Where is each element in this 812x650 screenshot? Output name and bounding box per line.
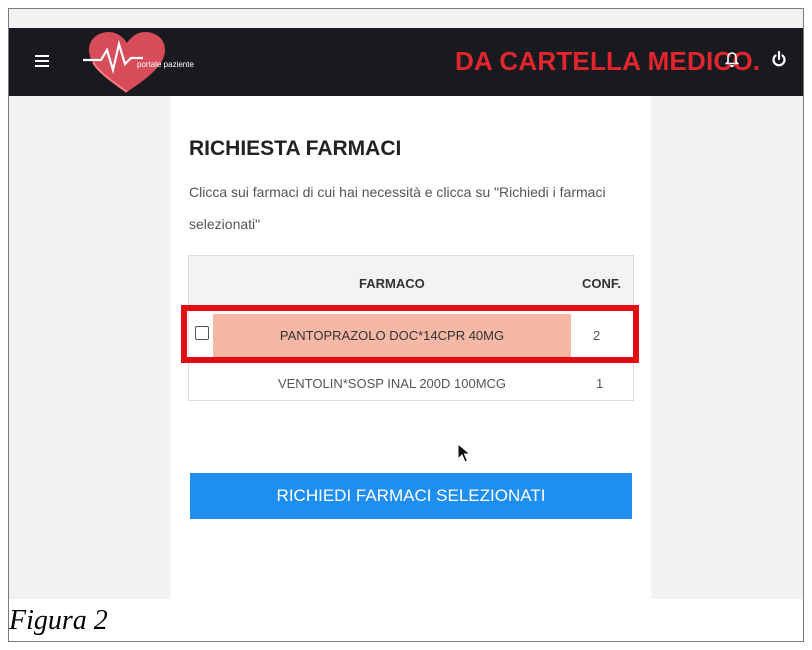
portale-paziente-logo[interactable]: portale paziente — [83, 30, 203, 94]
column-header-conf: CONF. — [582, 276, 621, 291]
medicine-conf: 1 — [596, 376, 604, 391]
medicine-conf: 2 — [593, 328, 601, 343]
instructions-text: Clicca sui farmaci di cui hai necessità … — [189, 184, 606, 232]
figure-frame: portale paziente DA CARTELLA MEDICO. RIC… — [8, 8, 804, 642]
hamburger-icon[interactable] — [35, 52, 49, 72]
mouse-cursor-icon — [457, 442, 472, 463]
top-navbar: portale paziente DA CARTELLA MEDICO. — [9, 28, 803, 96]
logo-text: portale paziente — [137, 60, 194, 69]
app-screenshot: portale paziente DA CARTELLA MEDICO. RIC… — [9, 9, 803, 599]
medicine-name[interactable]: VENTOLIN*SOSP INAL 200D 100MCG — [213, 376, 571, 391]
request-selected-button[interactable]: RICHIEDI FARMACI SELEZIONATI — [190, 473, 632, 519]
doctor-source-title: DA CARTELLA MEDICO. — [455, 46, 761, 76]
medicines-table: FARMACO CONF. PANTOPRAZOLO DOC*14CPR 40M… — [188, 255, 634, 401]
table-row[interactable]: PANTOPRAZOLO DOC*14CPR 40MG 2 — [189, 311, 633, 361]
table-header: FARMACO CONF. — [189, 256, 633, 311]
table-row[interactable]: VENTOLIN*SOSP INAL 200D 100MCG 1 — [189, 362, 633, 403]
figure-caption: Figura 2 — [9, 605, 108, 636]
bell-icon[interactable] — [724, 50, 740, 68]
medicine-name[interactable]: PANTOPRAZOLO DOC*14CPR 40MG — [213, 328, 571, 343]
page-title: RICHIESTA FARMACI — [189, 137, 402, 160]
column-header-farmaco: FARMACO — [359, 276, 425, 291]
power-icon[interactable] — [771, 50, 787, 68]
row-checkbox[interactable] — [195, 326, 209, 340]
